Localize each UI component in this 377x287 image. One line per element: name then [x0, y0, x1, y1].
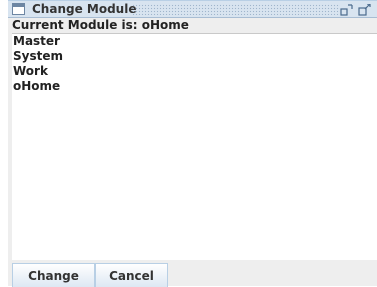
button-bar: Change Cancel — [8, 261, 377, 287]
module-list[interactable]: Master System Work oHome — [12, 33, 377, 260]
list-item[interactable]: Work — [12, 64, 377, 79]
list-item[interactable]: System — [12, 49, 377, 64]
change-module-window: Change Module Current Module is: oHome M… — [8, 0, 377, 287]
maximize-icon[interactable] — [358, 4, 371, 16]
title-bar[interactable]: Change Module — [8, 0, 377, 18]
window-title: Change Module — [32, 2, 137, 16]
restore-icon[interactable] — [340, 4, 353, 16]
list-item[interactable]: Master — [12, 34, 377, 49]
title-bar-grip — [132, 4, 340, 15]
list-item[interactable]: oHome — [12, 79, 377, 94]
cancel-button[interactable]: Cancel — [95, 263, 168, 287]
change-button[interactable]: Change — [12, 263, 95, 287]
current-module-label: Current Module is: oHome — [12, 18, 189, 32]
window-icon — [12, 3, 25, 15]
